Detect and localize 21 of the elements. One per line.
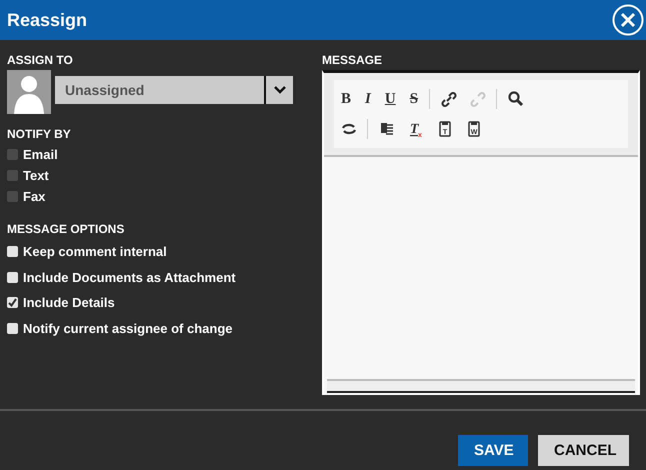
underline-button[interactable]: U	[384, 87, 396, 111]
checkbox-option[interactable]: Include Details	[7, 290, 307, 316]
chain-link-icon[interactable]	[438, 89, 459, 109]
checkmark-icon	[8, 298, 17, 308]
checkbox-option[interactable]: Include Documents as Attachment	[7, 264, 307, 290]
bold-button[interactable]: B	[341, 87, 352, 111]
cancel-button[interactable]: CANCEL	[538, 435, 629, 466]
italic-button[interactable]: I	[365, 87, 371, 111]
assignee-dropdown[interactable]: Unassigned	[55, 76, 293, 104]
search-icon[interactable]	[506, 89, 526, 109]
checkbox-option[interactable]: Notify current assignee of change	[7, 316, 307, 341]
save-button[interactable]: SAVE	[458, 435, 528, 466]
section-label: MESSAGE	[322, 53, 384, 67]
section-label: MESSAGE OPTIONS	[7, 222, 126, 236]
close-icon[interactable]	[612, 4, 644, 36]
chevron-down-icon	[274, 86, 286, 94]
section-label: ASSIGN TO	[7, 53, 74, 67]
window-title: Reassign	[7, 10, 88, 30]
checkbox-option[interactable]: Keep comment internal	[7, 239, 307, 264]
section-label: NOTIFY BY	[7, 127, 72, 141]
strikethrough-button[interactable]: S	[410, 87, 418, 111]
